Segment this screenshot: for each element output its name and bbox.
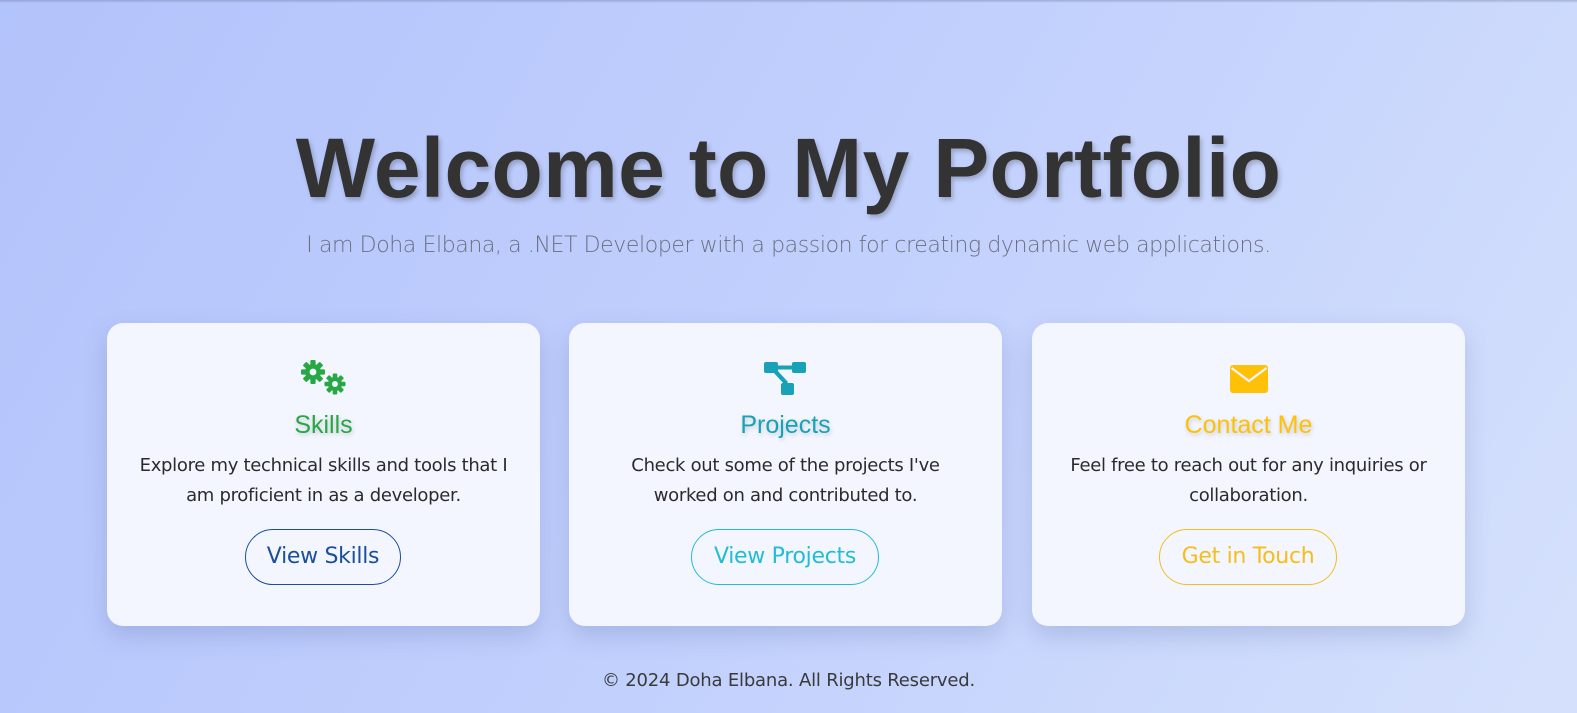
get-in-touch-button[interactable]: Get in Touch [1159,529,1337,585]
skills-card-title: Skills [294,411,353,439]
footer-copyright: © 2024 Doha Elbana. All Rights Reserved. [601,670,976,691]
view-projects-button[interactable]: View Projects [691,529,879,585]
feature-cards: Skills Explore my technical skills and t… [107,323,1473,626]
skills-card-description: Explore my technical skills and tools th… [139,455,508,506]
page-title: Welcome to My Portfolio [295,121,1282,215]
contact-card-description: Feel free to reach out for any inquiries… [1070,455,1427,506]
projects-card: Projects Check out some of the projects … [569,323,1002,626]
top-edge-shadow [0,0,1577,3]
projects-card-title: Projects [740,411,831,439]
contact-card: Contact Me Feel free to reach out for an… [1032,323,1465,626]
view-skills-button[interactable]: View Skills [245,529,401,585]
skills-card: Skills Explore my technical skills and t… [107,323,540,626]
envelope-icon [1032,359,1465,399]
gears-icon [107,359,540,399]
page-subtitle: I am Doha Elbana, a .NET Developer with … [306,233,1271,258]
contact-card-title: Contact Me [1184,411,1313,439]
project-diagram-icon [569,359,1002,399]
projects-card-description: Check out some of the projects I've work… [631,455,940,506]
